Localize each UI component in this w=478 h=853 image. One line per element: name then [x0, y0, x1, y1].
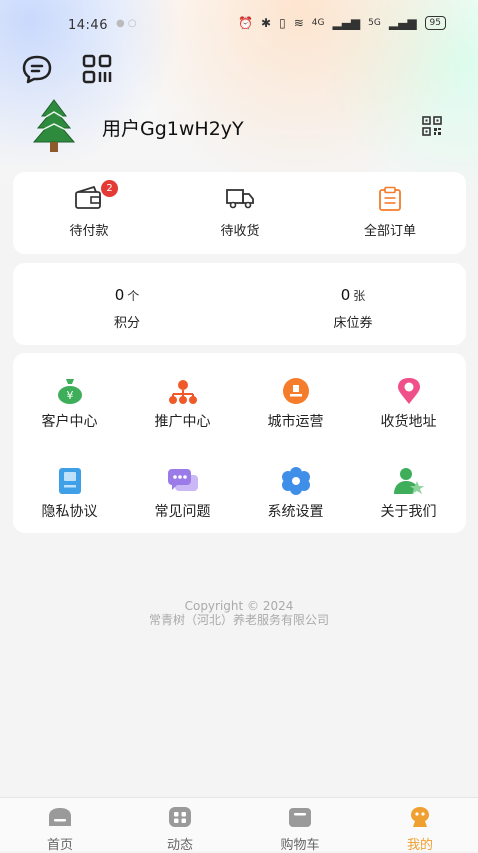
menu-system-settings[interactable]: 系统设置 [239, 465, 352, 521]
menu-about-us[interactable]: 关于我们 [352, 465, 465, 521]
cart-icon [289, 808, 311, 827]
user-name: 用户Gg1wH2yY [102, 118, 244, 140]
menu-label: 收货地址 [380, 414, 437, 430]
menu-label: 推广中心 [154, 414, 211, 430]
alarm-icon: ⏰ [238, 16, 254, 30]
pending-badge: 2 [101, 180, 118, 197]
wifi-icon: ≋ [293, 16, 304, 30]
copyright-footer: Copyright © 2024 常青树（河北）养老服务有限公司 [0, 599, 478, 627]
order-label: 全部订单 [363, 224, 416, 239]
feed-icon [169, 807, 191, 827]
network-4g-label: 4G [311, 18, 325, 28]
home-icon [49, 808, 71, 826]
signal-icon: ▂▄▆ [388, 16, 417, 30]
bed-voucher-stat[interactable]: 0张 床位券 [253, 285, 453, 331]
tab-label: 我的 [406, 838, 433, 853]
menu-label: 隐私协议 [41, 504, 98, 520]
battery-icon: 95 [424, 16, 446, 30]
tab-label: 动态 [166, 838, 193, 853]
avatar[interactable] [24, 98, 84, 154]
settings-flower-icon [281, 467, 310, 495]
signal-icon: ▂▄▆ [332, 16, 361, 30]
menu-shipping-address[interactable]: 收货地址 [352, 375, 465, 431]
profile-section[interactable]: 用户Gg1wH2yY [24, 98, 454, 154]
scan-qr-icon[interactable] [80, 52, 114, 86]
menu-faq[interactable]: 常见问题 [126, 465, 239, 521]
person-star-icon [393, 468, 424, 494]
order-all[interactable]: 全部订单 [320, 186, 460, 239]
copyright-text: Copyright © 2024 [184, 599, 294, 613]
location-pin-icon [397, 378, 420, 404]
message-icon[interactable] [20, 52, 54, 86]
svg-text:¥: ¥ [66, 389, 73, 402]
document-icon [58, 468, 81, 494]
services-card: ¥ 客户中心 推广中心 城市运营 收货地址 隐私协议 常见问题 系统设置 关于我… [13, 353, 466, 533]
menu-privacy-agreement[interactable]: 隐私协议 [13, 465, 126, 521]
vibrate-icon: ▯ [279, 16, 286, 30]
stats-card: 0个 积分 0张 床位券 [13, 263, 466, 345]
order-pending-payment[interactable]: 2 待付款 [19, 180, 159, 239]
menu-promotion-center[interactable]: 推广中心 [126, 375, 239, 431]
points-stat[interactable]: 0个 积分 [27, 285, 227, 331]
menu-label: 关于我们 [380, 504, 437, 520]
tab-profile[interactable]: 我的 [380, 806, 460, 853]
company-name: 常青树（河北）养老服务有限公司 [148, 613, 329, 627]
status-icons: ⏰ ✱ ▯ ≋ 4G ▂▄▆ 5G ▂▄▆ 95 [238, 16, 446, 30]
menu-city-operations[interactable]: 城市运营 [239, 375, 352, 431]
wallet-icon [75, 186, 101, 209]
qr-code-icon[interactable] [422, 116, 442, 140]
points-label: 积分 [113, 316, 140, 331]
truck-icon [226, 189, 254, 209]
city-ops-icon [282, 378, 309, 404]
tab-cart[interactable]: 购物车 [260, 806, 340, 853]
menu-label: 系统设置 [267, 504, 324, 520]
menu-label: 客户中心 [41, 414, 98, 430]
top-toolbar [20, 52, 114, 86]
voucher-label: 床位券 [333, 316, 373, 331]
voucher-value: 0 [340, 286, 351, 304]
tab-label: 首页 [46, 838, 73, 853]
money-bag-icon: ¥ [57, 379, 82, 404]
points-value: 0 [114, 286, 125, 304]
tab-feed[interactable]: 动态 [140, 806, 220, 853]
tab-label: 购物车 [280, 838, 320, 853]
tab-home[interactable]: 首页 [20, 806, 100, 853]
voucher-unit: 张 [353, 289, 366, 303]
menu-label: 城市运营 [267, 414, 324, 430]
status-time: 14:46 [68, 18, 108, 33]
network-5g-label: 5G [368, 18, 381, 28]
order-label: 待收货 [220, 224, 260, 239]
org-chart-icon [168, 380, 197, 404]
clipboard-icon [379, 186, 401, 211]
menu-customer-center[interactable]: ¥ 客户中心 [13, 375, 126, 431]
status-bar: 14:46 ● ○ ⏰ ✱ ▯ ≋ 4G ▂▄▆ 5G ▂▄▆ 95 [0, 10, 478, 40]
order-label: 待付款 [69, 224, 109, 239]
notification-dots-icon: ● ○ [116, 18, 137, 29]
order-pending-receipt[interactable]: 待收货 [170, 186, 310, 239]
chat-bubbles-icon [167, 469, 198, 491]
profile-icon [411, 807, 429, 827]
bottom-tab-bar: 首页 动态 购物车 我的 [0, 797, 478, 853]
orders-card: 2 待付款 待收货 全部订单 [13, 172, 466, 254]
points-unit: 个 [127, 289, 140, 303]
menu-label: 常见问题 [154, 504, 211, 520]
bluetooth-icon: ✱ [261, 16, 272, 30]
